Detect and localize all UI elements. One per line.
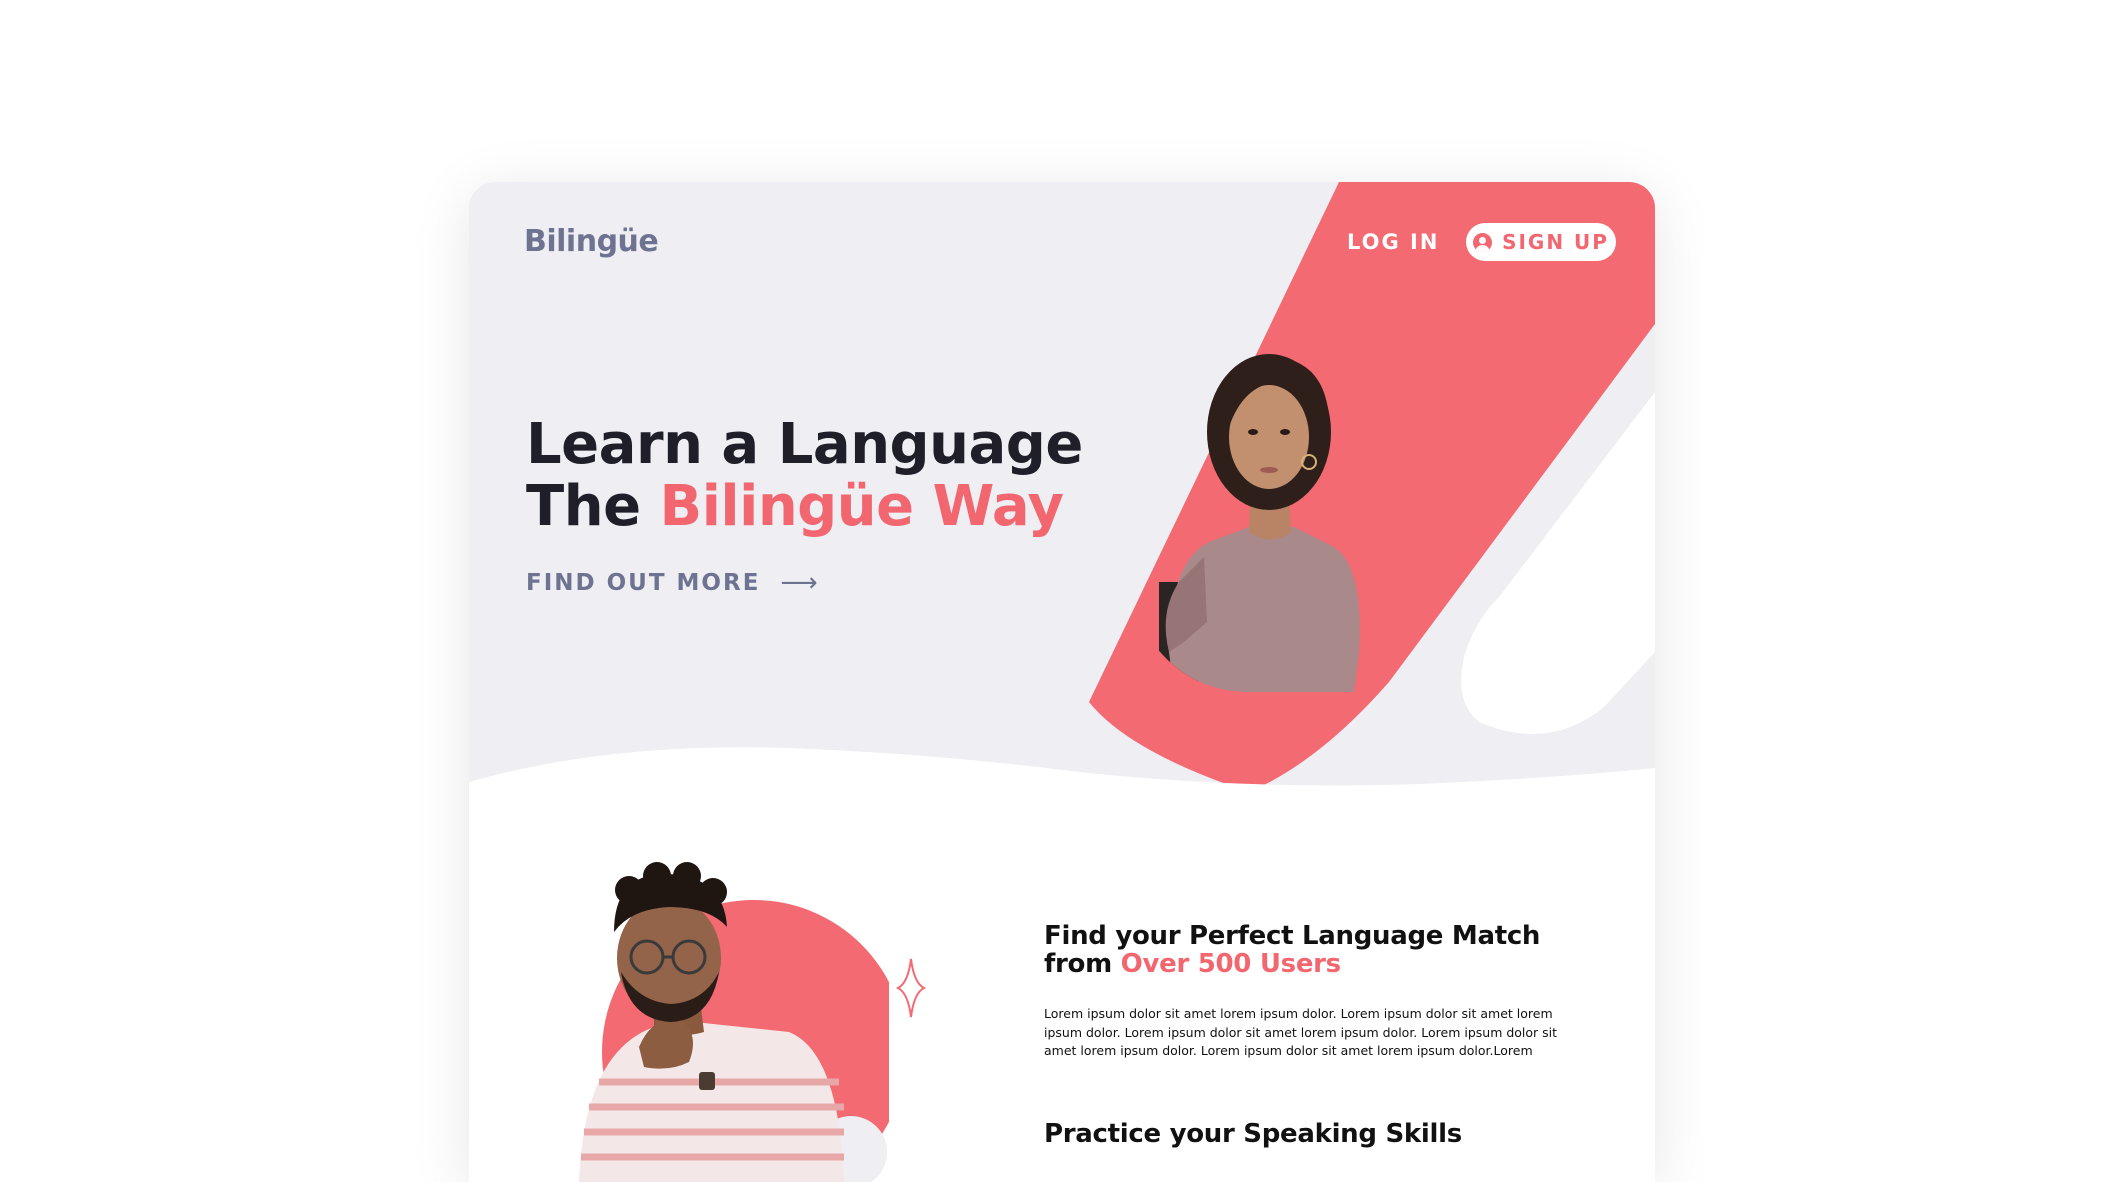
feature-speaking-title: Practice your Speaking Skills	[1044, 1119, 1462, 1149]
feature-match-title: Find your Perfect Language Match from Ov…	[1044, 922, 1564, 978]
man-portrait-image	[579, 862, 889, 1182]
landing-page-frame: Bilingüe LOG IN SIGN UP Learn a Language…	[469, 182, 1655, 1182]
sparkle-icon	[896, 958, 926, 1018]
headline-line1: Learn a Language	[526, 412, 1083, 477]
feature-match-title-accent: Over 500 Users	[1120, 949, 1342, 979]
headline-line2-prefix: The	[526, 474, 641, 539]
feature-match-title-prefix: from	[1044, 949, 1112, 979]
feature-match-title-line1: Find your Perfect Language Match	[1044, 921, 1541, 951]
woman-portrait-image	[1159, 354, 1360, 692]
arrow-right-icon: ⟶	[780, 568, 820, 598]
user-circle-icon	[1473, 232, 1493, 252]
login-link[interactable]: LOG IN	[1347, 230, 1439, 254]
signup-button[interactable]: SIGN UP	[1466, 223, 1616, 261]
signup-label: SIGN UP	[1502, 230, 1609, 254]
find-out-more-link[interactable]: FIND OUT MORE ⟶	[526, 568, 820, 598]
hero-headline: Learn a Language The Bilingüe Way	[526, 414, 1083, 538]
hero-section: Bilingüe LOG IN SIGN UP Learn a Language…	[469, 182, 1655, 832]
cta-label: FIND OUT MORE	[526, 570, 761, 596]
hero-wave-divider	[469, 747, 1655, 842]
headline-line2-accent: Bilingüe Way	[659, 474, 1064, 539]
logo[interactable]: Bilingüe	[524, 224, 659, 259]
feature-match-body: Lorem ipsum dolor sit amet lorem ipsum d…	[1044, 1006, 1558, 1058]
